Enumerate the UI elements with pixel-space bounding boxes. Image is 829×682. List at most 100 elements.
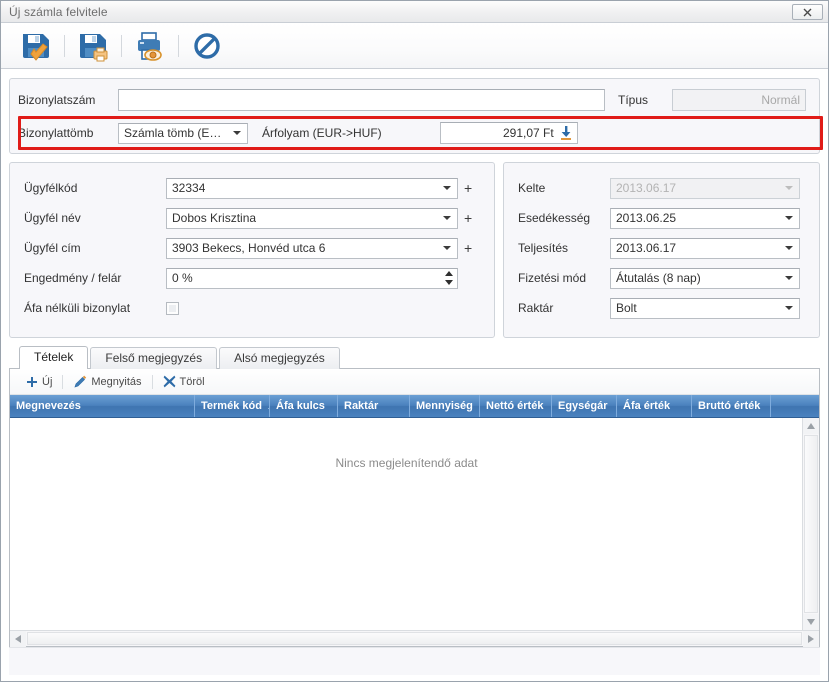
column-label: Nettó érték	[486, 399, 544, 412]
dates-panel: Kelte 2013.06.17 Esedékesség 2013.06.25 …	[503, 162, 820, 338]
column-label: Egységár	[558, 399, 608, 412]
cancel-button[interactable]	[182, 25, 232, 67]
open-item-label: Megnyitás	[91, 375, 142, 388]
add-customer-name-button[interactable]: +	[464, 211, 472, 225]
block-label: Bizonylattömb	[18, 126, 94, 140]
x-delete-icon	[163, 375, 175, 388]
save-button[interactable]	[11, 25, 61, 67]
column-header-afa-ertek[interactable]: Áfa érték	[617, 395, 692, 417]
customer-code-select[interactable]: 32334	[166, 177, 458, 199]
save-print-button[interactable]	[68, 25, 118, 67]
column-header-afa-kulcs[interactable]: Áfa kulcs	[270, 395, 338, 417]
chevron-down-icon	[785, 276, 793, 280]
customer-address-value: 3903 Bekecs, Honvéd utca 6	[172, 241, 326, 255]
payment-method-value: Átutalás (8 nap)	[616, 271, 701, 285]
chevron-down-icon	[233, 131, 241, 135]
grid-toolbar-separator	[151, 374, 153, 389]
chevron-down-icon	[785, 306, 793, 310]
date-due-label: Esedékesség	[518, 211, 591, 225]
delete-item-button[interactable]: Töröl	[155, 372, 213, 392]
middle-panels: Ügyfélkód 32334 + Ügyfél név Dobos Krisz…	[9, 162, 820, 338]
add-customer-code-button[interactable]: +	[464, 181, 472, 195]
column-label: Bruttó érték	[698, 399, 761, 412]
pencil-icon	[74, 375, 87, 388]
customer-name-select[interactable]: Dobos Krisztina	[166, 207, 458, 229]
tab-items[interactable]: Tételek	[19, 346, 89, 369]
new-item-button[interactable]: Új	[18, 372, 60, 392]
customer-address-select[interactable]: 3903 Bekecs, Honvéd utca 6	[166, 237, 458, 259]
column-label: Termék kód	[201, 399, 262, 412]
column-header-mennyiseg[interactable]: Mennyiség	[410, 395, 480, 417]
column-label: Raktár	[344, 399, 379, 412]
grid-toolbar-separator	[62, 374, 64, 389]
warehouse-row: Raktár Bolt	[518, 295, 809, 321]
date-fulfillment-label: Teljesítés	[518, 241, 569, 255]
download-rate-icon[interactable]	[560, 126, 572, 140]
block-select[interactable]: Számla tömb (EUR	[118, 122, 248, 144]
payment-method-select[interactable]: Átutalás (8 nap)	[610, 267, 800, 289]
invoice-entry-window: Új számla felvitele Bizonylatszám Típus …	[0, 0, 829, 682]
tab-upper-note[interactable]: Felső megjegyzés	[90, 347, 218, 369]
column-label: Áfa érték	[623, 399, 671, 412]
column-header-netto-ertek[interactable]: Nettó érték	[480, 395, 552, 417]
customer-panel: Ügyfélkód 32334 + Ügyfél név Dobos Krisz…	[9, 162, 495, 338]
save-print-icon	[80, 33, 108, 61]
scroll-right-button[interactable]	[803, 631, 819, 647]
plus-icon	[27, 376, 37, 387]
print-preview-button[interactable]	[125, 25, 175, 67]
tab-upper-note-label: Felső megjegyzés	[105, 351, 203, 365]
exchange-rate-field[interactable]: 291,07 Ft	[439, 122, 578, 144]
no-vat-label: Áfa nélküli bizonylat	[24, 301, 131, 315]
tab-items-label: Tételek	[34, 350, 74, 364]
doc-number-input[interactable]	[118, 88, 605, 111]
window-titlebar: Új számla felvitele	[1, 1, 828, 23]
column-header-termek-kod[interactable]: Termék kód	[195, 395, 270, 417]
column-header-raktar[interactable]: Raktár	[338, 395, 410, 417]
date-issue-label: Kelte	[518, 181, 546, 195]
discount-stepper[interactable]: 0 %	[166, 267, 458, 289]
open-item-button[interactable]: Megnyitás	[65, 372, 149, 392]
warehouse-select[interactable]: Bolt	[610, 297, 800, 319]
scroll-down-button[interactable]	[803, 614, 819, 630]
tab-lower-note[interactable]: Alsó megjegyzés	[219, 347, 340, 369]
column-header-megnevezes[interactable]: Megnevezés	[10, 395, 195, 417]
scroll-left-button[interactable]	[10, 631, 26, 647]
date-fulfillment-select[interactable]: 2013.06.17	[610, 237, 800, 259]
toolbar-separator	[121, 34, 122, 57]
customer-name-row: Ügyfél név Dobos Krisztina +	[24, 205, 484, 231]
column-header-brutto-ertek[interactable]: Bruttó érték	[692, 395, 771, 417]
grid-header-row: Megnevezés Termék kód Áfa kulcs Raktár M…	[10, 395, 819, 418]
no-vat-row: Áfa nélküli bizonylat	[24, 295, 484, 321]
vertical-scroll-thumb[interactable]	[804, 435, 818, 613]
window-title: Új számla felvitele	[9, 4, 108, 19]
cancel-icon	[194, 32, 220, 59]
add-customer-address-button[interactable]: +	[464, 241, 472, 255]
toolbar-separator	[64, 34, 65, 57]
chevron-down-icon	[785, 216, 793, 220]
payment-method-row: Fizetési mód Átutalás (8 nap)	[518, 265, 809, 291]
column-header-egysegar[interactable]: Egységár	[552, 395, 617, 417]
customer-code-label: Ügyfélkód	[24, 181, 78, 195]
date-due-select[interactable]: 2013.06.25	[610, 207, 800, 229]
delete-item-label: Töröl	[179, 375, 205, 388]
column-label: Áfa kulcs	[276, 399, 325, 412]
grid-vertical-scrollbar[interactable]	[802, 418, 819, 630]
chevron-right-icon	[808, 635, 814, 643]
date-due-value: 2013.06.25	[616, 211, 677, 225]
column-label: Megnevezés	[16, 399, 81, 412]
discount-value: 0 %	[172, 271, 193, 285]
scroll-up-button[interactable]	[803, 418, 819, 434]
close-button[interactable]	[792, 4, 823, 20]
document-header-panel: Bizonylatszám Típus Normál Bizonylattömb…	[9, 78, 823, 154]
form-content: Bizonylatszám Típus Normál Bizonylattömb…	[1, 69, 828, 681]
grid-empty-message: Nincs megjelenítendő adat	[335, 456, 478, 470]
column-header-filler	[771, 395, 819, 417]
customer-name-value: Dobos Krisztina	[172, 211, 257, 225]
chevron-down-icon	[785, 246, 793, 250]
horizontal-scroll-thumb[interactable]	[27, 632, 802, 645]
grid-horizontal-scrollbar[interactable]	[10, 630, 819, 647]
tab-strip: Tételek Felső megjegyzés Alsó megjegyzés	[9, 346, 820, 369]
spinner-arrows-icon[interactable]	[444, 271, 453, 285]
date-due-row: Esedékesség 2013.06.25	[518, 205, 809, 231]
no-vat-checkbox[interactable]	[166, 301, 179, 315]
